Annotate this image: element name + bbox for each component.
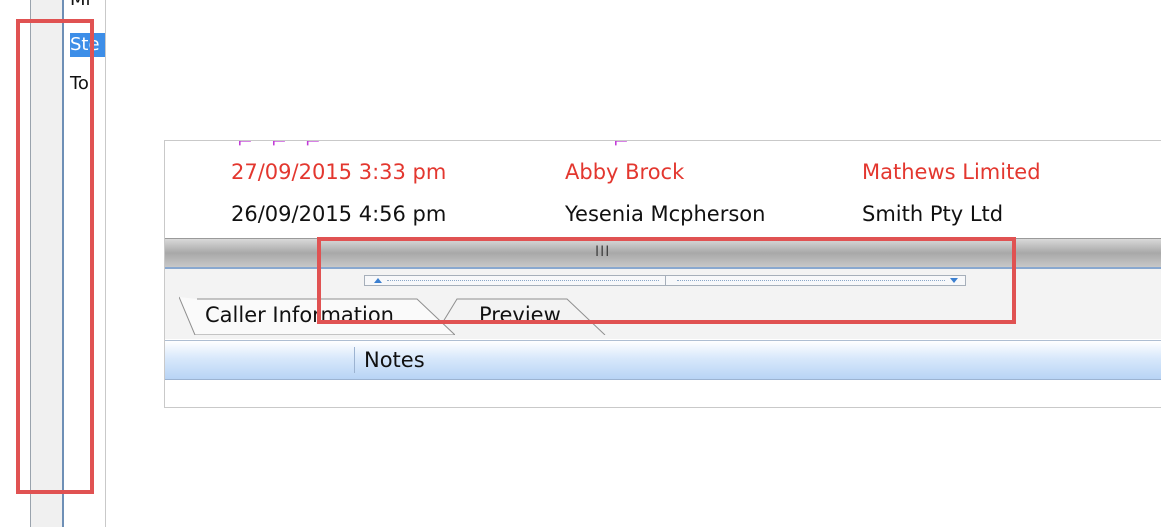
clipped-row-text: ⌐ [613, 140, 635, 153]
caller-name: Yesenia Mcpherson [565, 202, 766, 226]
table-row[interactable]: 26/09/2015 4:56 pm Yesenia Mcpherson Smi… [165, 197, 1161, 231]
company-name: Smith Pty Ltd [862, 202, 1004, 226]
column-header-notes[interactable]: Notes [364, 341, 425, 379]
column-separator[interactable] [354, 347, 355, 373]
highlight-box-vertical-splitter [16, 19, 94, 494]
highlight-box-horizontal-splitter [317, 237, 1016, 324]
left-pane-screenshot: Mi Ste To [0, 0, 106, 527]
company-name: Mathews Limited [862, 160, 1041, 184]
caller-name: Abby Brock [565, 160, 685, 184]
call-datetime: 27/09/2015 3:33 pm [231, 160, 447, 184]
call-datetime: 26/09/2015 4:56 pm [231, 202, 447, 226]
screenshot-canvas: Mi Ste To ⌐ ⌐ ⌐ ⌐ 27/09/2015 3:33 pm Abb… [0, 0, 1161, 527]
list-item[interactable]: Mi [70, 0, 91, 12]
grid-column-header: Notes [165, 340, 1161, 380]
clipped-row-text: ⌐ ⌐ ⌐ [237, 140, 327, 153]
table-row[interactable]: 27/09/2015 3:33 pm Abby Brock Mathews Li… [165, 155, 1161, 189]
